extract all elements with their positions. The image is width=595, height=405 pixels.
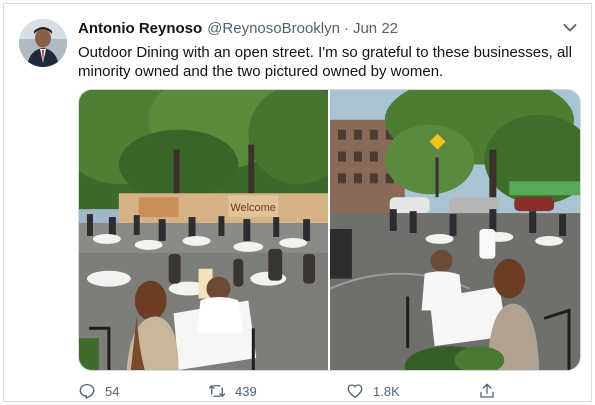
reply-icon xyxy=(79,383,95,399)
reply-count: 54 xyxy=(105,383,120,399)
retweet-icon xyxy=(208,385,226,397)
author-name[interactable]: Antonio Reynoso xyxy=(78,20,202,37)
avatar[interactable] xyxy=(19,19,67,67)
tweet-photo-left[interactable]: Welcome xyxy=(79,90,328,370)
tweet-date[interactable]: Jun 22 xyxy=(353,20,398,37)
retweet-count: 439 xyxy=(235,383,257,399)
tweet-photo-right[interactable] xyxy=(330,90,580,370)
tweet-header: Antonio Reynoso @ReynosoBrooklyn · Jun 2… xyxy=(78,20,398,40)
tweet-text: Outdoor Dining with an open street. I'm … xyxy=(78,44,572,80)
tweet-actions: 54 439 1.8K xyxy=(78,380,518,402)
share-button[interactable] xyxy=(478,380,505,402)
separator-dot: · xyxy=(343,20,349,37)
like-button[interactable]: 1.8K xyxy=(346,380,400,402)
share-icon xyxy=(480,383,494,398)
chevron-down-icon[interactable] xyxy=(563,23,577,33)
tweet-media: Welcome xyxy=(78,89,581,371)
reply-button[interactable]: 54 xyxy=(78,380,119,402)
heart-icon xyxy=(347,384,363,399)
author-handle[interactable]: @ReynosoBrooklyn xyxy=(207,20,340,37)
like-count: 1.8K xyxy=(373,383,400,399)
tweet-card[interactable]: Antonio Reynoso @ReynosoBrooklyn · Jun 2… xyxy=(3,3,592,402)
welcome-sign: Welcome xyxy=(230,202,275,214)
retweet-button[interactable]: 439 xyxy=(208,380,257,402)
